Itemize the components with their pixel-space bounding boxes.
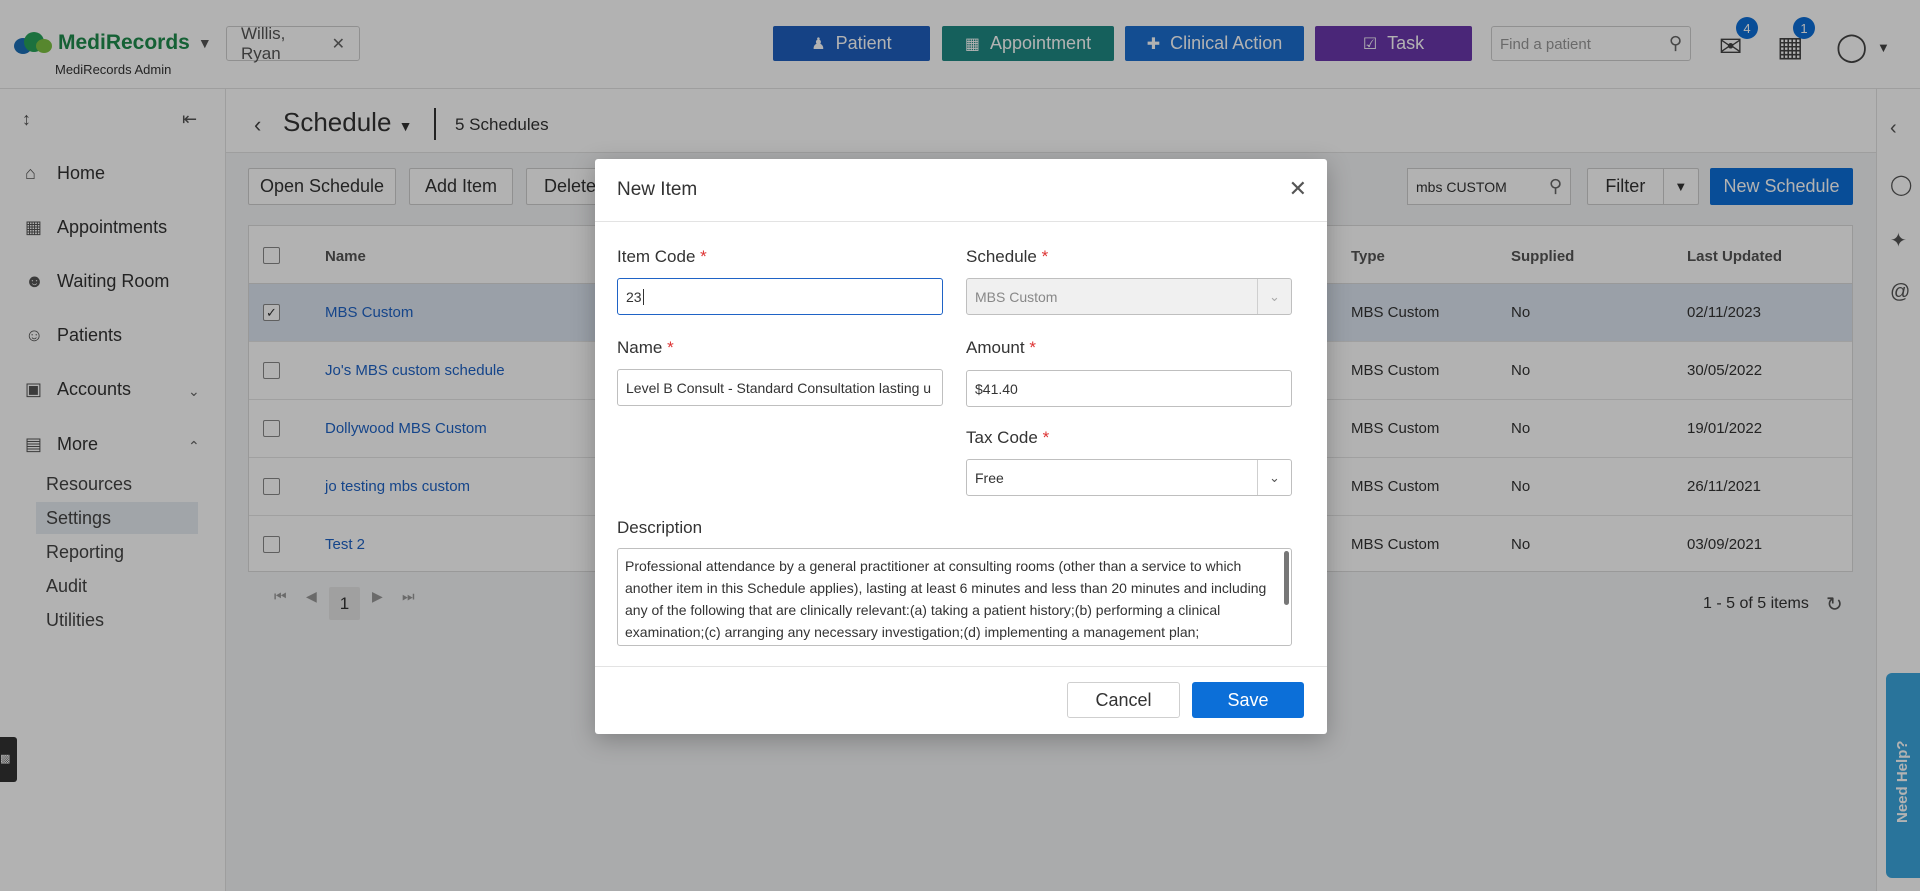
name-value: Level B Consult - Standard Consultation … [626, 380, 932, 396]
description-scrollbar[interactable] [1284, 551, 1289, 605]
amount-input[interactable]: $41.40 [966, 370, 1292, 407]
amount-value: $41.40 [975, 381, 1018, 397]
name-label: Name * [617, 338, 674, 358]
schedule-select: MBS Custom ⌄ [966, 278, 1292, 315]
item-code-label: Item Code * [617, 247, 707, 267]
save-button[interactable]: Save [1192, 682, 1304, 718]
item-code-value: 23 [626, 289, 642, 305]
item-code-label-text: Item Code [617, 247, 696, 266]
schedule-label: Schedule * [966, 247, 1048, 267]
required-marker: * [667, 338, 674, 357]
dialog-title: New Item [617, 179, 698, 200]
description-textarea[interactable]: Professional attendance by a general pra… [617, 548, 1292, 646]
close-icon[interactable]: ✕ [1289, 176, 1307, 202]
name-label-text: Name [617, 338, 663, 357]
tax-code-value: Free [975, 470, 1004, 486]
chevron-down-icon[interactable]: ⌄ [1257, 460, 1291, 495]
description-value: Professional attendance by a general pra… [625, 558, 1267, 640]
tax-code-select[interactable]: Free ⌄ [966, 459, 1292, 496]
amount-label: Amount * [966, 338, 1036, 358]
required-marker: * [1041, 247, 1049, 266]
required-marker: * [1029, 338, 1036, 357]
schedule-label-text: Schedule [966, 247, 1037, 266]
tax-code-label-text: Tax Code [966, 428, 1038, 447]
dialog-footer-divider [595, 666, 1327, 667]
dialog-header: New Item ✕ [595, 159, 1327, 222]
description-label: Description [617, 518, 703, 537]
required-marker: * [700, 247, 707, 266]
name-input[interactable]: Level B Consult - Standard Consultation … [617, 369, 943, 406]
text-cursor [642, 289, 644, 305]
item-code-input[interactable]: 23 [617, 278, 943, 315]
chevron-down-icon: ⌄ [1257, 279, 1291, 314]
required-marker: * [1042, 428, 1050, 447]
amount-label-text: Amount [966, 338, 1025, 357]
cancel-button[interactable]: Cancel [1067, 682, 1180, 718]
tax-code-label: Tax Code * [966, 428, 1049, 448]
new-item-dialog: New Item ✕ Item Code * 23 Schedule * MBS… [595, 159, 1327, 734]
schedule-value: MBS Custom [975, 289, 1058, 305]
